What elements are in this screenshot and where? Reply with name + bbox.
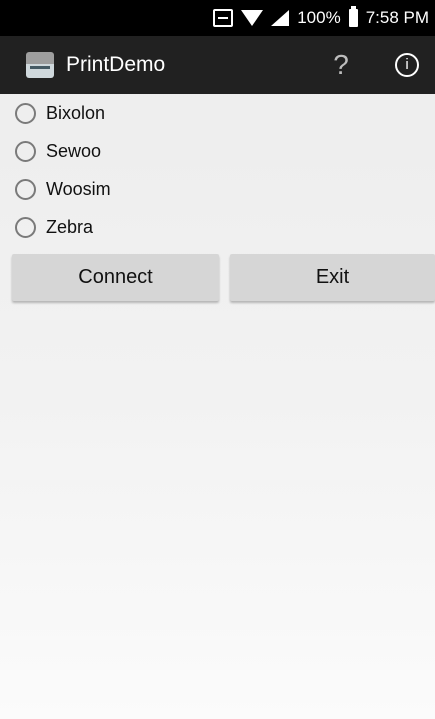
radio-button-icon[interactable] — [15, 216, 36, 238]
radio-label: Zebra — [46, 216, 94, 237]
radio-button-icon[interactable] — [15, 140, 36, 162]
app-bar: PrintDemo ? i — [0, 36, 435, 94]
wifi-icon — [241, 10, 264, 26]
radio-option-woosim[interactable]: Woosim — [0, 170, 435, 208]
radio-button-icon[interactable] — [15, 102, 36, 124]
clock: 7:58 PM — [365, 8, 429, 27]
battery-percentage: 100% — [297, 8, 341, 27]
printer-icon — [26, 52, 54, 78]
barcode-scanner-icon — [213, 9, 234, 27]
radio-option-zebra[interactable]: Zebra — [0, 208, 435, 246]
app-title: PrintDemo — [66, 53, 166, 76]
connect-button[interactable]: Connect — [12, 254, 219, 301]
exit-button[interactable]: Exit — [230, 254, 435, 301]
info-button[interactable]: i — [395, 53, 419, 77]
cell-signal-icon — [271, 10, 290, 26]
radio-label: Sewoo — [46, 140, 102, 161]
radio-label: Bixolon — [46, 102, 106, 123]
radio-option-bixolon[interactable]: Bixolon — [0, 94, 435, 132]
radio-button-icon[interactable] — [15, 178, 36, 200]
radio-option-sewoo[interactable]: Sewoo — [0, 132, 435, 170]
battery-icon — [348, 6, 358, 27]
status-bar: 100% 7:58 PM — [0, 0, 435, 36]
printer-radio-group: Bixolon Sewoo Woosim Zebra — [0, 94, 435, 246]
help-button[interactable]: ? — [326, 45, 356, 85]
radio-label: Woosim — [46, 178, 111, 199]
